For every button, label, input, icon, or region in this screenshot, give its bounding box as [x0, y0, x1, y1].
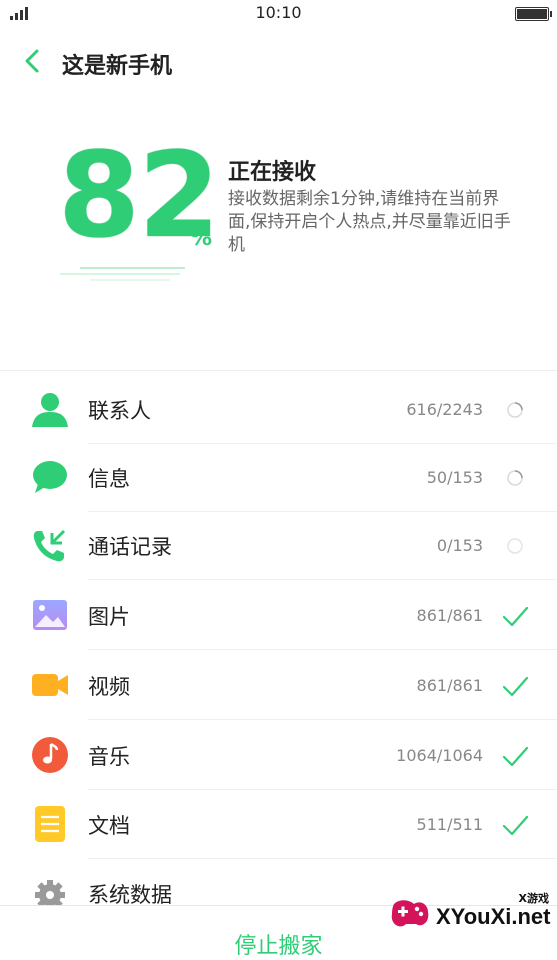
list-item-documents: 文档 511/511 [0, 789, 557, 859]
header: 这是新手机 [0, 38, 557, 86]
list-item-count: 1064/1064 [396, 746, 483, 765]
loading-spinner-icon [507, 470, 523, 486]
picture-icon [33, 600, 67, 630]
list-item-call-log: 通话记录 0/153 [0, 510, 557, 580]
status-bar: 10:10 [0, 0, 557, 26]
watermark: XYouXi.net X游戏 [388, 888, 553, 944]
video-icon [32, 674, 68, 696]
list-item-label: 视频 [88, 675, 130, 699]
check-icon [502, 676, 529, 697]
music-icon [32, 737, 68, 773]
call-log-icon [33, 529, 66, 562]
list-item-label: 文档 [88, 814, 130, 838]
list-item-label: 信息 [88, 467, 130, 491]
pending-icon [507, 538, 523, 554]
transfer-progress: 82 % 正在接收 接收数据剩余1分钟,请维持在当前界面,保持开启个人热点,并尽… [0, 120, 557, 300]
list-item-messages: 信息 50/153 [0, 442, 557, 512]
gamepad-logo-icon [391, 900, 429, 927]
list-item-pictures: 图片 861/861 [0, 580, 557, 650]
list-item-count: 616/2243 [406, 400, 483, 419]
list-item-contacts: 联系人 616/2243 [0, 374, 557, 444]
battery-icon [515, 7, 552, 21]
list-item-count: 50/153 [426, 468, 483, 487]
watermark-text: XYouXi.net [436, 904, 551, 929]
list-item-label: 音乐 [88, 745, 130, 769]
check-icon [502, 815, 529, 836]
watermark-tag: X游戏 [518, 892, 549, 905]
page-title: 这是新手机 [62, 54, 173, 79]
speed-lines-decoration [60, 267, 185, 281]
list-item-count: 861/861 [416, 606, 483, 625]
list-item-label: 通话记录 [88, 535, 172, 559]
document-icon [35, 806, 65, 842]
list-item-label: 联系人 [88, 399, 151, 423]
check-icon [502, 746, 529, 767]
list-item-music: 音乐 1064/1064 [0, 720, 557, 790]
receiving-status-title: 正在接收 [228, 160, 317, 185]
list-item-count: 0/153 [436, 536, 483, 555]
back-arrow-icon[interactable] [18, 46, 48, 76]
receiving-status-description: 接收数据剩余1分钟,请维持在当前界面,保持开启个人热点,并尽量靠近旧手机 [228, 189, 511, 255]
message-icon [33, 461, 67, 493]
divider [0, 370, 557, 371]
list-item-videos: 视频 861/861 [0, 650, 557, 720]
progress-percent-unit: % [190, 226, 213, 251]
status-time: 10:10 [255, 3, 302, 22]
check-icon [502, 606, 529, 627]
loading-spinner-icon [507, 402, 523, 418]
list-item-count: 861/861 [416, 676, 483, 695]
list-item-count: 511/511 [416, 815, 483, 834]
list-item-label: 图片 [88, 605, 130, 629]
contact-icon [32, 393, 68, 427]
